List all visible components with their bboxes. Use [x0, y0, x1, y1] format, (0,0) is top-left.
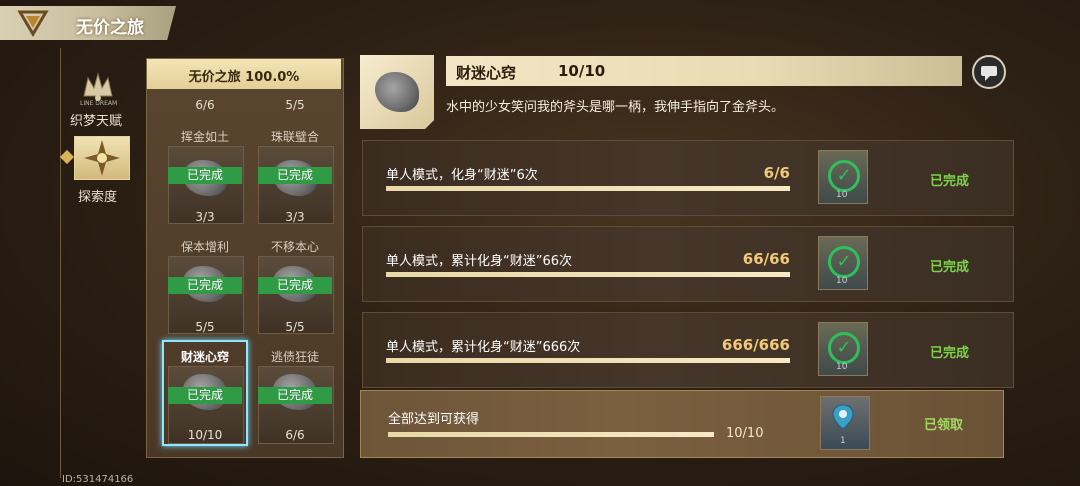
back-arrow-icon[interactable] — [16, 8, 58, 38]
check-icon: ✓ — [828, 160, 860, 192]
sidebar-item-talent[interactable]: 织梦天赋 — [70, 110, 122, 129]
chat-bubble-icon[interactable] — [972, 55, 1006, 89]
user-id: ID:531474166 — [62, 474, 134, 485]
progress-fill — [386, 186, 790, 191]
check-icon: ✓ — [828, 246, 860, 278]
task-status: 已完成 — [930, 260, 970, 275]
task-status: 已完成 — [930, 346, 970, 361]
sidebar-divider — [60, 48, 61, 478]
compass-star-icon — [84, 140, 120, 176]
status-badge: 已完成 — [168, 277, 242, 294]
summary-label: 全部达到可获得 — [388, 412, 480, 427]
progress-bar — [386, 358, 790, 363]
detail-title-bar — [446, 56, 962, 86]
card-count: 10/10 — [187, 428, 223, 442]
card-title: 财迷心窍 — [180, 350, 229, 364]
detail-description: 水中的少女笑问我的斧头是哪一柄，我伸手指向了金斧头。 — [446, 100, 785, 115]
progress-fill — [386, 272, 790, 277]
task-count: 66/66 — [742, 250, 790, 268]
list-header-text: 无价之旅 100.0% — [188, 70, 300, 85]
card-count: 5/5 — [195, 320, 215, 334]
selection-marker-icon — [59, 149, 75, 165]
progress-bar — [386, 272, 790, 277]
reward-count: 10 — [836, 276, 848, 286]
card-title: 逃债狂徒 — [270, 350, 319, 364]
page-title: 无价之旅 — [76, 18, 144, 38]
sidebar-item-explore[interactable]: 探索度 — [78, 186, 117, 205]
sidebar-item-sub: LINE DREAM — [80, 100, 118, 107]
reward-count: 10 — [836, 362, 848, 372]
check-icon: ✓ — [828, 332, 860, 364]
detail-progress: 10/10 — [558, 62, 606, 80]
task-label: 单人模式，累计化身“财迷”666次 — [386, 340, 581, 355]
card-count: 6/6 — [195, 98, 215, 112]
card-count: 3/3 — [285, 210, 305, 224]
progress-bar — [388, 432, 714, 437]
card-title: 不移本心 — [270, 240, 319, 254]
summary-status[interactable]: 已领取 — [924, 414, 963, 433]
status-badge: 已完成 — [258, 167, 332, 184]
status-badge: 已完成 — [258, 277, 332, 294]
task-count: 6/6 — [763, 164, 790, 182]
reward-count: 1 — [840, 436, 846, 446]
status-badge: 已完成 — [258, 387, 332, 404]
card-count: 6/6 — [285, 428, 305, 442]
card-title: 珠联璧合 — [270, 130, 319, 144]
summary-count: 10/10 — [726, 426, 764, 441]
task-status: 已完成 — [930, 174, 970, 189]
card-count: 5/5 — [285, 98, 305, 112]
progress-bar — [386, 186, 790, 191]
detail-title: 财迷心窍 — [456, 64, 517, 82]
card-title: 挥金如土 — [180, 130, 229, 144]
task-count: 666/666 — [721, 336, 790, 354]
reward-count: 10 — [836, 190, 848, 200]
status-badge: 已完成 — [168, 167, 242, 184]
task-label: 单人模式，化身“财迷”6次 — [386, 168, 538, 183]
card-title: 保本增利 — [180, 240, 229, 254]
status-badge: 已完成 — [168, 387, 242, 404]
progress-fill — [388, 432, 714, 437]
card-count: 5/5 — [285, 320, 305, 334]
card-count: 3/3 — [195, 210, 215, 224]
task-label: 单人模式，累计化身“财迷”66次 — [386, 254, 573, 269]
pin-icon — [832, 404, 854, 430]
progress-fill — [386, 358, 790, 363]
